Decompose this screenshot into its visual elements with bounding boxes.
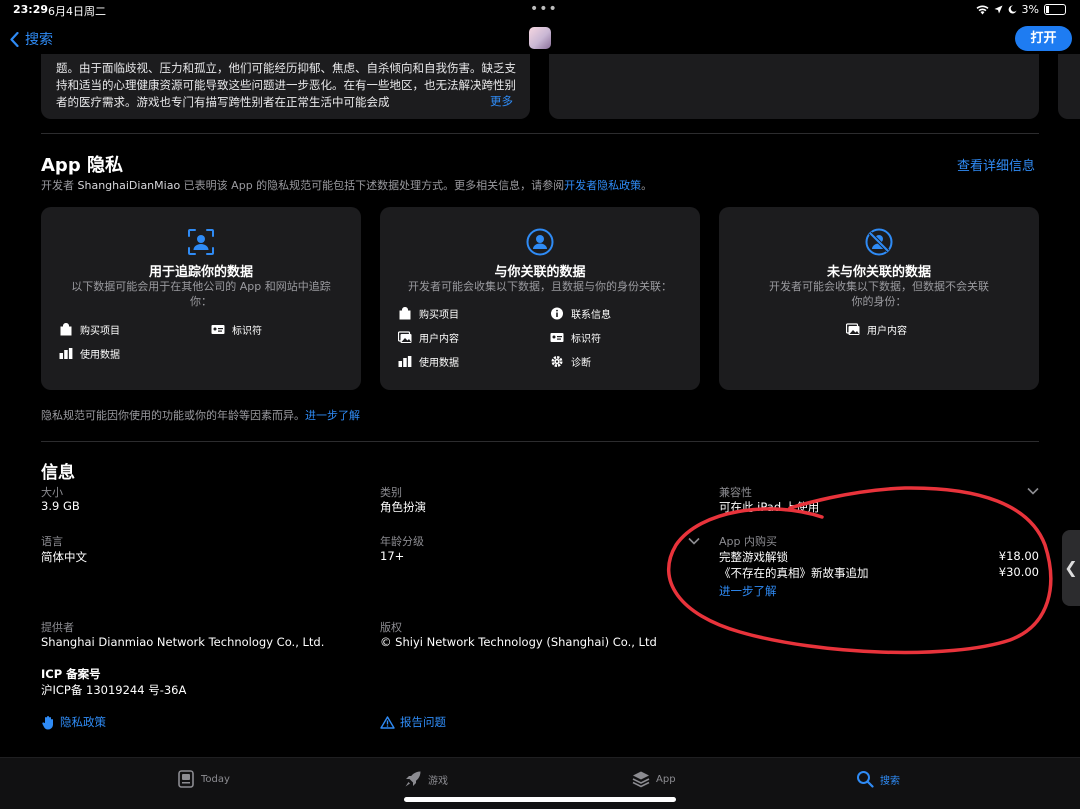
side-tab-handle[interactable]: ❮	[1062, 530, 1080, 606]
tab-games-label: 游戏	[428, 775, 448, 787]
red-circle-annotation	[666, 486, 1053, 655]
rocket-icon	[405, 771, 421, 787]
home-indicator	[404, 797, 676, 802]
tab-search[interactable]: 搜索	[856, 770, 900, 788]
tab-today[interactable]: Today	[177, 770, 230, 788]
tab-apps[interactable]: App	[632, 770, 676, 788]
tab-today-label: Today	[201, 773, 230, 785]
today-icon	[178, 770, 194, 788]
tab-games[interactable]: 游戏	[404, 770, 448, 788]
layers-icon	[632, 771, 650, 788]
tab-apps-label: App	[656, 773, 676, 785]
search-icon	[857, 771, 874, 788]
tab-search-label: 搜索	[880, 775, 900, 787]
